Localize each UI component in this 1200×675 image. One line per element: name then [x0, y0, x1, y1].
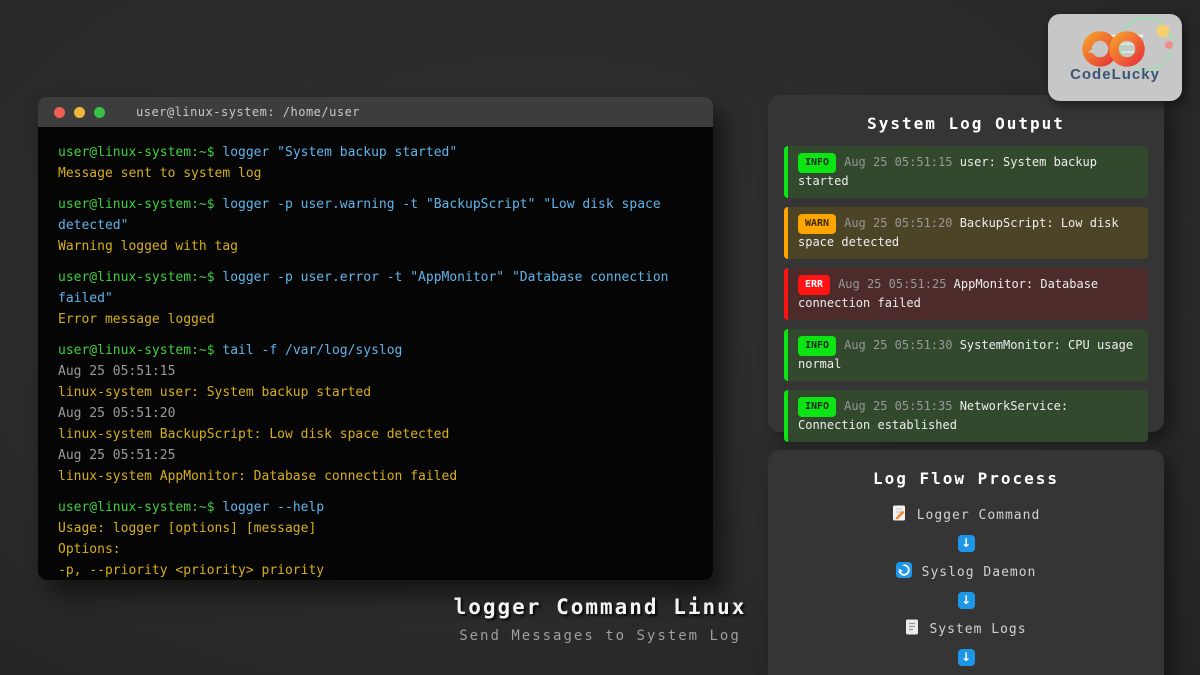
terminal-window: user@linux-system: /home/user user@linux… [38, 97, 713, 580]
flow-step-list: Logger Command ↓ Syslog Daemon ↓ System Logs… [768, 502, 1164, 675]
flow-step: Logger Command [892, 504, 1041, 526]
log-entry: WARNAug 25 05:51:20 BackupScript: Low di… [784, 207, 1148, 259]
system-log-output-panel: System Log Output INFOAug 25 05:51:15 us… [768, 95, 1164, 432]
log-flow-panel: Log Flow Process Logger Command ↓ Syslog D… [768, 450, 1164, 675]
down-arrow-icon: ↓ [958, 535, 975, 552]
log-timestamp: Aug 25 05:51:15 [844, 155, 960, 169]
flow-step-label: Logger Command [917, 508, 1041, 523]
close-button[interactable] [54, 107, 65, 118]
flow-step-label: System Logs [929, 622, 1026, 637]
terminal-output-line: Warning logged with tag [58, 236, 693, 257]
minimize-button[interactable] [74, 107, 85, 118]
flow-panel-title: Log Flow Process [768, 450, 1164, 488]
terminal-output-line: linux-system user: System backup started [58, 382, 693, 403]
log-entry: INFOAug 25 05:51:30 SystemMonitor: CPU u… [784, 329, 1148, 381]
log-entry: ERRAug 25 05:51:25 AppMonitor: Database … [784, 268, 1148, 320]
logo-brand-text: CodeLucky [1070, 66, 1160, 83]
terminal-command-line: user@linux-system:~$ logger -p user.erro… [58, 267, 693, 309]
terminal-titlebar: user@linux-system: /home/user [38, 97, 713, 127]
terminal-command-line: user@linux-system:~$ tail -f /var/log/sy… [58, 340, 693, 361]
terminal-prompt: user@linux-system:~$ [58, 197, 222, 212]
terminal-output-line: Usage: logger [options] [message] [58, 518, 693, 539]
terminal-output-line: -p, --priority <priority> priority [58, 560, 693, 580]
log-timestamp: Aug 25 05:51:35 [844, 399, 960, 413]
log-entry: INFOAug 25 05:51:15 user: System backup … [784, 146, 1148, 198]
terminal-output-line: linux-system BackupScript: Low disk spac… [58, 424, 693, 445]
terminal-output-line: linux-system AppMonitor: Database connec… [58, 466, 693, 487]
page-icon [905, 619, 929, 639]
terminal-output-line: Aug 25 05:51:25 [58, 445, 693, 466]
terminal-output-line: Message sent to system log [58, 163, 693, 184]
log-timestamp: Aug 25 05:51:25 [838, 277, 954, 291]
log-level-badge: ERR [798, 275, 830, 295]
terminal-command: tail -f /var/log/syslog [222, 343, 402, 358]
down-arrow-icon: ↓ [958, 592, 975, 609]
terminal-command: logger "System backup started" [222, 145, 457, 160]
terminal-command-line: user@linux-system:~$ logger "System back… [58, 142, 693, 163]
terminal-output-line: Error message logged [58, 309, 693, 330]
terminal-body[interactable]: user@linux-system:~$ logger "System back… [38, 127, 713, 580]
terminal-output-line: Aug 25 05:51:15 [58, 361, 693, 382]
terminal-prompt: user@linux-system:~$ [58, 270, 222, 285]
flow-step: System Logs [905, 618, 1026, 640]
terminal-title: user@linux-system: /home/user [136, 105, 360, 119]
codelucky-logo: CodeLucky [1048, 14, 1182, 101]
log-level-badge: WARN [798, 214, 836, 234]
codelucky-logo-icon [1048, 14, 1182, 74]
flow-step-label: Syslog Daemon [922, 565, 1037, 580]
log-level-badge: INFO [798, 336, 836, 356]
terminal-prompt: user@linux-system:~$ [58, 343, 222, 358]
terminal-output-line: Options: [58, 539, 693, 560]
terminal-prompt: user@linux-system:~$ [58, 145, 222, 160]
log-level-badge: INFO [798, 397, 836, 417]
terminal-command-line: user@linux-system:~$ logger --help [58, 497, 693, 518]
memo-icon [892, 505, 917, 525]
log-entry: INFOAug 25 05:51:35 NetworkService: Conn… [784, 390, 1148, 442]
log-level-badge: INFO [798, 153, 836, 173]
terminal-command-line: user@linux-system:~$ logger -p user.warn… [58, 194, 693, 236]
down-arrow-icon: ↓ [958, 649, 975, 666]
log-entry-list: INFOAug 25 05:51:15 user: System backup … [768, 133, 1164, 442]
flow-step: Syslog Daemon [896, 561, 1037, 583]
terminal-output-line: Aug 25 05:51:20 [58, 403, 693, 424]
log-timestamp: Aug 25 05:51:30 [844, 338, 960, 352]
sync-icon [896, 562, 922, 582]
terminal-prompt: user@linux-system:~$ [58, 500, 222, 515]
terminal-command: logger --help [222, 500, 324, 515]
maximize-button[interactable] [94, 107, 105, 118]
log-timestamp: Aug 25 05:51:20 [844, 216, 960, 230]
